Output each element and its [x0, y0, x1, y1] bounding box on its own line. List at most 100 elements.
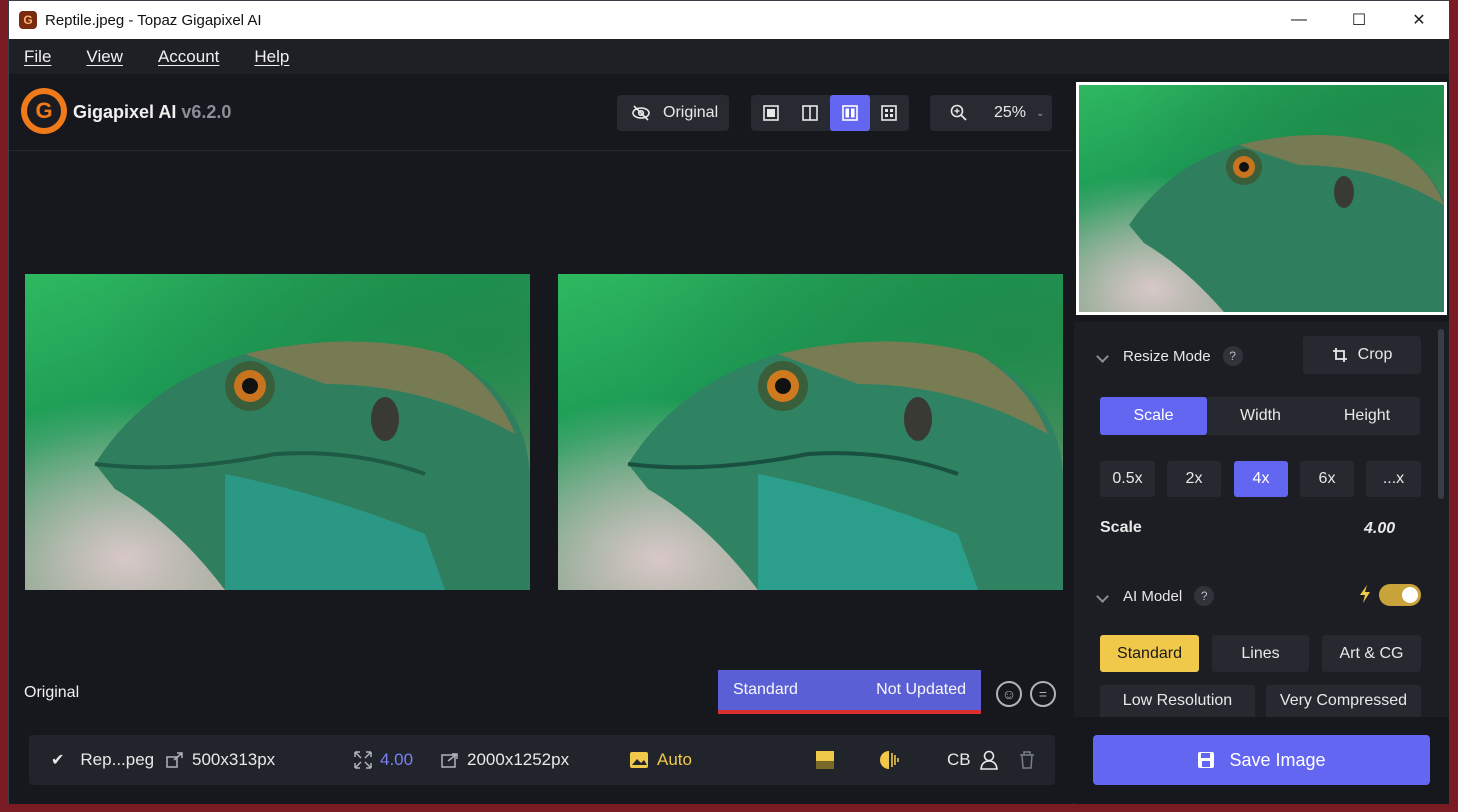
noise-icon	[816, 751, 834, 769]
update-status: Not Updated	[876, 681, 966, 698]
scale-value: 4.00	[380, 750, 414, 769]
model-low-resolution[interactable]: Low Resolution	[1100, 685, 1255, 717]
mode-height[interactable]: Height	[1314, 397, 1420, 435]
title-bar: G Reptile.jpeg - Topaz Gigapixel AI — ☐ …	[9, 1, 1449, 39]
chevron-down-icon: ⌄	[1036, 107, 1045, 119]
original-image[interactable]	[25, 274, 530, 590]
image-auto-icon	[630, 752, 648, 768]
menu-account[interactable]: Account	[158, 47, 219, 67]
menu-file[interactable]: File	[24, 47, 51, 67]
trash-icon	[1020, 751, 1034, 769]
brand-title: Gigapixel AI v6.2.0	[73, 102, 231, 123]
cb-item[interactable]: CB	[947, 750, 999, 770]
original-label: Original	[24, 684, 80, 701]
cb-label: CB	[947, 750, 971, 769]
lizard-photo-enhanced	[558, 274, 1063, 590]
menu-bar: File View Account Help	[9, 39, 1449, 74]
menu-help[interactable]: Help	[254, 47, 289, 67]
smile-face-icon[interactable]: ☺	[996, 681, 1022, 707]
eye-slash-icon	[632, 105, 650, 121]
ai-model-toggle[interactable]	[1379, 584, 1421, 606]
preset-4x[interactable]: 4x	[1234, 461, 1288, 497]
save-image-label: Save Image	[1229, 749, 1326, 770]
scale-input[interactable]: 4.00	[1364, 520, 1395, 538]
lightning-icon	[1360, 585, 1370, 603]
auto-label: Auto	[657, 750, 692, 769]
file-entry[interactable]: ✔ Rep...peg	[51, 750, 154, 770]
original-button-label: Original	[663, 104, 719, 121]
single-view-button[interactable]	[751, 95, 791, 131]
preset-6x[interactable]: 6x	[1300, 461, 1354, 497]
face-recovery-icon	[979, 750, 998, 770]
side-by-side-view-button[interactable]	[830, 95, 870, 131]
settings-panel: Resize Mode ? Crop Scale Width Height 0.…	[1074, 322, 1449, 717]
checkmark-icon: ✔	[51, 752, 65, 769]
crop-button[interactable]: Crop	[1303, 336, 1421, 374]
crop-icon	[1332, 348, 1347, 362]
preset-0-5x[interactable]: 0.5x	[1100, 461, 1155, 497]
enhanced-image[interactable]	[558, 274, 1063, 590]
app-icon: G	[19, 11, 37, 29]
scale-item: 4.00	[354, 750, 413, 770]
app-window: G Reptile.jpeg - Topaz Gigapixel AI — ☐ …	[8, 0, 1450, 804]
split-view-icon	[802, 105, 819, 121]
original-toggle-button[interactable]: Original	[617, 95, 729, 131]
delete-button[interactable]	[1019, 751, 1035, 769]
gigapixel-logo: G	[21, 88, 67, 134]
grid-view-icon	[881, 105, 898, 121]
right-sidebar: Resize Mode ? Crop Scale Width Height 0.…	[1074, 74, 1449, 804]
minimize-button[interactable]: —	[1269, 1, 1329, 39]
navigator-preview[interactable]	[1076, 82, 1447, 315]
maximize-button[interactable]: ☐	[1329, 1, 1389, 39]
panel-scrollbar[interactable]	[1438, 329, 1444, 499]
model-very-compressed[interactable]: Very Compressed	[1266, 685, 1421, 717]
brand-version: v6.2.0	[181, 102, 232, 122]
resize-mode-title: Resize Mode	[1123, 347, 1211, 365]
menu-view[interactable]: View	[86, 47, 123, 67]
close-button[interactable]: ✕	[1389, 1, 1449, 39]
preview-lizard-illustration	[1129, 135, 1444, 312]
mode-scale[interactable]: Scale	[1100, 397, 1207, 435]
source-size-item: 500x313px	[166, 750, 275, 770]
model-standard[interactable]: Standard	[1100, 635, 1199, 672]
zoom-control[interactable]: 25% ⌄	[930, 95, 1052, 131]
resize-mode-header[interactable]: Resize Mode ?	[1096, 346, 1243, 366]
window-controls: — ☐ ✕	[1269, 1, 1449, 39]
auto-item[interactable]: Auto	[629, 750, 692, 770]
sharpen-button[interactable]	[879, 750, 901, 770]
file-info-bar: ✔ Rep...peg 500x313px 4.00 2000x1252px A…	[29, 735, 1055, 785]
top-toolbar: G Gigapixel AI v6.2.0 Original 25% ⌄	[9, 74, 1073, 151]
model-status-bar[interactable]: Standard Not Updated	[718, 670, 981, 714]
main-canvas-area: G Gigapixel AI v6.2.0 Original 25% ⌄ Ori…	[9, 74, 1073, 804]
preset-custom[interactable]: ...x	[1366, 461, 1421, 497]
file-name: Rep...peg	[80, 750, 155, 769]
side-by-side-icon	[841, 105, 858, 121]
source-size: 500x313px	[192, 750, 276, 769]
zoom-level: 25%	[994, 104, 1027, 121]
lizard-illustration	[94, 341, 530, 590]
chevron-down-icon	[1096, 349, 1109, 363]
lizard-illustration-enhanced	[627, 341, 1063, 590]
grid-view-button[interactable]	[870, 95, 910, 131]
lizard-photo-original	[25, 274, 530, 590]
brand-name: Gigapixel AI	[73, 102, 177, 122]
window-title: Reptile.jpeg - Topaz Gigapixel AI	[45, 11, 262, 29]
ai-model-header[interactable]: AI Model ?	[1096, 586, 1215, 606]
model-art-cg[interactable]: Art & CG	[1322, 635, 1421, 672]
crop-label: Crop	[1357, 346, 1393, 363]
zoom-in-icon	[950, 104, 967, 121]
help-icon[interactable]: ?	[1194, 586, 1215, 606]
preset-2x[interactable]: 2x	[1167, 461, 1221, 497]
resize-icon	[166, 752, 183, 768]
denoise-button[interactable]	[815, 750, 835, 770]
output-size: 2000x1252px	[467, 750, 570, 769]
model-lines[interactable]: Lines	[1212, 635, 1309, 672]
output-size-item: 2000x1252px	[441, 750, 569, 770]
split-view-button[interactable]	[791, 95, 831, 131]
save-image-button[interactable]: Save Image	[1093, 735, 1430, 785]
floppy-disk-icon	[1198, 752, 1215, 768]
help-icon[interactable]: ?	[1222, 346, 1243, 366]
neutral-face-icon[interactable]: =	[1030, 681, 1056, 707]
export-icon	[441, 753, 458, 768]
mode-width[interactable]: Width	[1207, 397, 1314, 435]
